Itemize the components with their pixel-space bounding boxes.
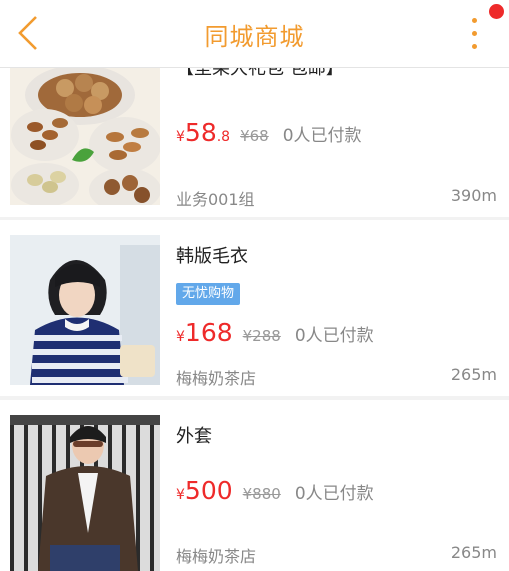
product-name: 韩版毛衣 — [176, 246, 248, 267]
shop-name: 业务001组 — [176, 190, 255, 209]
more-menu-button[interactable] — [460, 14, 490, 54]
paid-count: 0人已付款 — [294, 484, 374, 504]
price: 500 — [184, 476, 233, 505]
price-row: ¥168 ¥288 0人已付款 — [176, 318, 374, 347]
shop-name: 梅梅奶茶店 — [176, 547, 257, 566]
product-name: 外套 — [176, 426, 212, 447]
currency-symbol: ¥ — [176, 329, 185, 345]
paid-count: 0人已付款 — [282, 126, 362, 146]
app-header: 同城商城 — [0, 0, 509, 68]
product-image-sweater — [10, 235, 160, 385]
price-row: ¥500 ¥880 0人已付款 — [176, 476, 374, 505]
price: 168 — [184, 318, 233, 347]
original-price: ¥288 — [242, 327, 281, 345]
price-cents: .8 — [216, 129, 231, 145]
product-item-sweater[interactable]: 韩版毛衣 无忧购物 ¥168 ¥288 0人已付款 梅梅奶茶店 265m — [0, 220, 509, 396]
original-price: ¥880 — [242, 485, 281, 503]
price: 58 — [184, 118, 217, 147]
original-price: ¥68 — [240, 127, 269, 145]
distance: 265m — [450, 543, 497, 562]
page-title: 同城商城 — [204, 23, 305, 51]
product-image-jacket — [10, 415, 160, 571]
shop-name: 梅梅奶茶店 — [176, 369, 257, 388]
currency-symbol: ¥ — [176, 487, 185, 503]
price-row: ¥58.8 ¥68 0人已付款 — [176, 118, 362, 147]
distance: 265m — [450, 365, 497, 384]
worry-free-tag: 无忧购物 — [176, 283, 241, 305]
distance: 390m — [450, 186, 497, 205]
product-item-nuts[interactable]: 【坚果大礼包 包邮】 ¥58.8 ¥68 0人已付款 业务001组 390m — [0, 52, 509, 217]
notification-dot — [489, 4, 504, 19]
product-image-nuts — [10, 55, 160, 205]
product-item-jacket[interactable]: 外套 ¥500 ¥880 0人已付款 梅梅奶茶店 265m — [0, 400, 509, 571]
currency-symbol: ¥ — [176, 129, 185, 145]
paid-count: 0人已付款 — [294, 326, 374, 346]
